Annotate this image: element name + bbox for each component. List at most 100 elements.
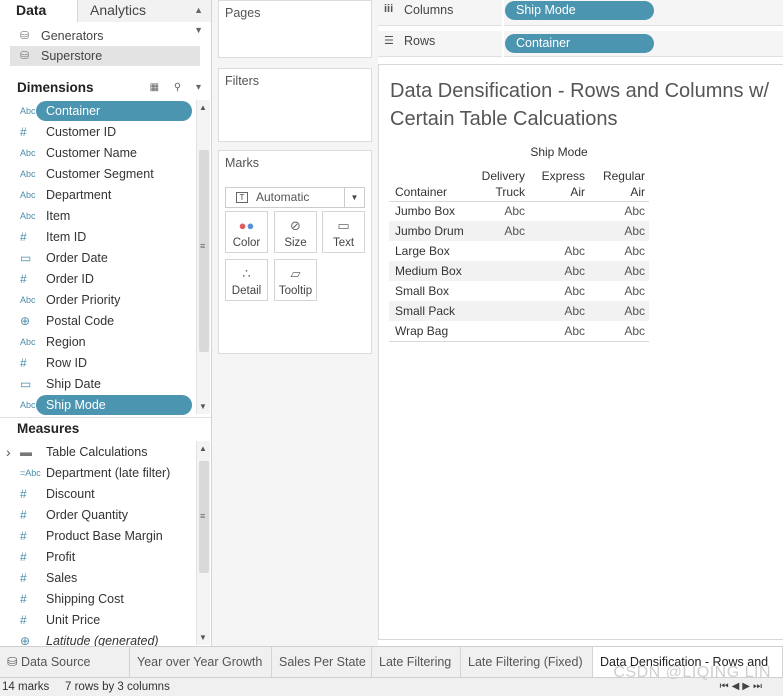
tab-analytics[interactable]: Analytics ▲ ▼ <box>78 0 211 35</box>
scroll-down-icon[interactable]: ▼ <box>199 402 207 411</box>
field-region[interactable]: Abc Region <box>12 332 192 352</box>
expand-chevron-icon[interactable]: › <box>6 442 11 462</box>
size-button[interactable]: ⊘ Size <box>274 211 317 253</box>
sheet-tab-data-source[interactable]: ⛁ Data Source <box>0 647 130 678</box>
field-order-quantity[interactable]: # Order Quantity <box>12 505 192 525</box>
rows-pill-container[interactable]: Container <box>505 34 654 53</box>
table-cell[interactable]: Abc <box>545 281 585 301</box>
scroll-up-icon[interactable]: ▲ <box>199 444 207 453</box>
row-header-medium-box[interactable]: Medium Box <box>395 261 462 281</box>
pages-card[interactable]: Pages <box>218 0 372 58</box>
field-department[interactable]: Abc Department <box>12 185 192 205</box>
database-icon: ⛁ <box>20 50 30 62</box>
tooltip-button[interactable]: ▱ Tooltip <box>274 259 317 301</box>
watermark: CSDN @LIQING LIN <box>613 664 771 681</box>
field-type-icon: # <box>20 356 27 370</box>
view-title[interactable]: Data Densification - Rows and Columns w/… <box>390 77 783 133</box>
field-type-icon: # <box>20 230 27 244</box>
dimension-tools-icon[interactable]: ▦ ⚲ ▾ <box>150 77 207 99</box>
text-button[interactable]: ▭ Text <box>322 211 365 253</box>
field-container[interactable]: Abc Container <box>20 101 192 121</box>
detail-button[interactable]: ∴ Detail <box>225 259 268 301</box>
row-header-small-pack[interactable]: Small Pack <box>395 301 455 321</box>
field-customer-id[interactable]: # Customer ID <box>12 122 192 142</box>
table-cell[interactable]: Abc <box>605 221 645 241</box>
mark-type-dropdown[interactable]: T Automatic ▼ <box>225 187 365 208</box>
scroll-thumb[interactable]: ≡ <box>199 150 209 352</box>
field-product-base-margin[interactable]: # Product Base Margin <box>12 526 192 546</box>
table-cell[interactable]: Abc <box>605 201 645 221</box>
field-ship-date[interactable]: ▭ Ship Date <box>12 374 192 394</box>
field-department-late-filter[interactable]: =Abc Department (late filter) <box>12 463 192 483</box>
field-order-priority[interactable]: Abc Order Priority <box>12 290 192 310</box>
row-field-header[interactable]: Container <box>395 184 447 200</box>
field-unit-price[interactable]: # Unit Price <box>12 610 192 630</box>
field-discount[interactable]: # Discount <box>12 484 192 504</box>
text-mark-icon: T <box>236 192 248 203</box>
field-profit[interactable]: # Profit <box>12 547 192 567</box>
datasource-generators[interactable]: ⛁ Generators <box>10 26 200 46</box>
column-header-delivery-truck[interactable]: Delivery Truck <box>479 168 525 200</box>
table-cell[interactable]: Abc <box>545 261 585 281</box>
sheet-tab-year-over-year-growth[interactable]: Year over Year Growth <box>130 647 272 678</box>
row-header-small-box[interactable]: Small Box <box>395 281 449 301</box>
scroll-down-icon[interactable]: ▼ <box>199 633 207 642</box>
filters-card[interactable]: Filters <box>218 68 372 142</box>
rows-shelf[interactable]: ☰ Rows Container <box>378 31 783 57</box>
column-header-regular-air[interactable]: Regular Air <box>599 168 645 200</box>
table-cell[interactable]: Abc <box>545 321 585 341</box>
field-sales[interactable]: # Sales <box>12 568 192 588</box>
cards-column: Pages Filters Marks T Automatic ▼ ●● Col… <box>212 0 378 646</box>
field-table-calculations[interactable]: › ▬ Table Calculations <box>6 442 192 462</box>
field-item[interactable]: Abc Item <box>12 206 192 226</box>
table-row[interactable]: Wrap Bag Abc Abc <box>389 321 649 341</box>
field-item-id[interactable]: # Item ID <box>12 227 192 247</box>
field-order-date[interactable]: ▭ Order Date <box>12 248 192 268</box>
tab-data[interactable]: Data <box>0 0 78 22</box>
table-cell[interactable]: Abc <box>605 301 645 321</box>
field-shipping-cost[interactable]: # Shipping Cost <box>12 589 192 609</box>
table-cell[interactable]: Abc <box>605 281 645 301</box>
table-cell[interactable]: Abc <box>605 241 645 261</box>
table-cell[interactable]: Abc <box>485 201 525 221</box>
sheet-tab-late-filtering-fixed[interactable]: Late Filtering (Fixed) <box>461 647 593 678</box>
field-type-icon: # <box>20 529 27 543</box>
field-row-id[interactable]: # Row ID <box>12 353 192 373</box>
field-order-id[interactable]: # Order ID <box>12 269 192 289</box>
column-header-express-air[interactable]: Express Air <box>539 168 585 200</box>
color-dots-icon: ●● <box>238 218 255 233</box>
table-cell[interactable]: Abc <box>545 241 585 261</box>
field-customer-name[interactable]: Abc Customer Name <box>12 143 192 163</box>
scroll-thumb[interactable]: ≡ <box>199 461 209 573</box>
row-header-wrap-bag[interactable]: Wrap Bag <box>395 321 448 341</box>
table-cell[interactable]: Abc <box>605 261 645 281</box>
field-customer-segment[interactable]: Abc Customer Segment <box>12 164 192 184</box>
table-row[interactable]: Jumbo Box Abc Abc <box>389 201 649 221</box>
scroll-up-icon[interactable]: ▲ <box>199 103 207 112</box>
table-cell[interactable]: Abc <box>605 321 645 341</box>
row-header-jumbo-box[interactable]: Jumbo Box <box>395 201 455 221</box>
measures-scrollbar[interactable]: ▲ ≡ ▼ <box>196 441 210 645</box>
field-label: Profit <box>46 550 76 564</box>
datasource-superstore[interactable]: ⛁ Superstore <box>10 46 200 66</box>
color-button[interactable]: ●● Color <box>225 211 268 253</box>
sheet-tab-sales-per-state[interactable]: Sales Per State <box>272 647 372 678</box>
column-group-header[interactable]: Ship Mode <box>529 144 589 160</box>
row-header-jumbo-drum[interactable]: Jumbo Drum <box>395 221 464 241</box>
table-row[interactable]: Large Box Abc Abc <box>389 241 649 261</box>
table-cell[interactable]: Abc <box>545 301 585 321</box>
dimensions-scrollbar[interactable]: ▲ ≡ ▼ <box>196 100 210 414</box>
columns-pill-ship-mode[interactable]: Ship Mode <box>505 1 654 20</box>
dimensions-header: Dimensions ▦ ⚲ ▾ <box>0 77 211 99</box>
field-type-icon: Abc <box>20 148 36 158</box>
table-row[interactable]: Jumbo Drum Abc Abc <box>389 221 649 241</box>
table-row[interactable]: Medium Box Abc Abc <box>389 261 649 281</box>
table-row[interactable]: Small Pack Abc Abc <box>389 301 649 321</box>
field-postal-code[interactable]: ⊕ Postal Code <box>12 311 192 331</box>
row-header-large-box[interactable]: Large Box <box>395 241 450 261</box>
table-row[interactable]: Small Box Abc Abc <box>389 281 649 301</box>
field-ship-mode[interactable]: Abc Ship Mode <box>20 395 192 415</box>
table-cell[interactable]: Abc <box>485 221 525 241</box>
columns-shelf[interactable]: iii Columns Ship Mode <box>378 0 783 26</box>
sheet-tab-late-filtering[interactable]: Late Filtering <box>372 647 461 678</box>
